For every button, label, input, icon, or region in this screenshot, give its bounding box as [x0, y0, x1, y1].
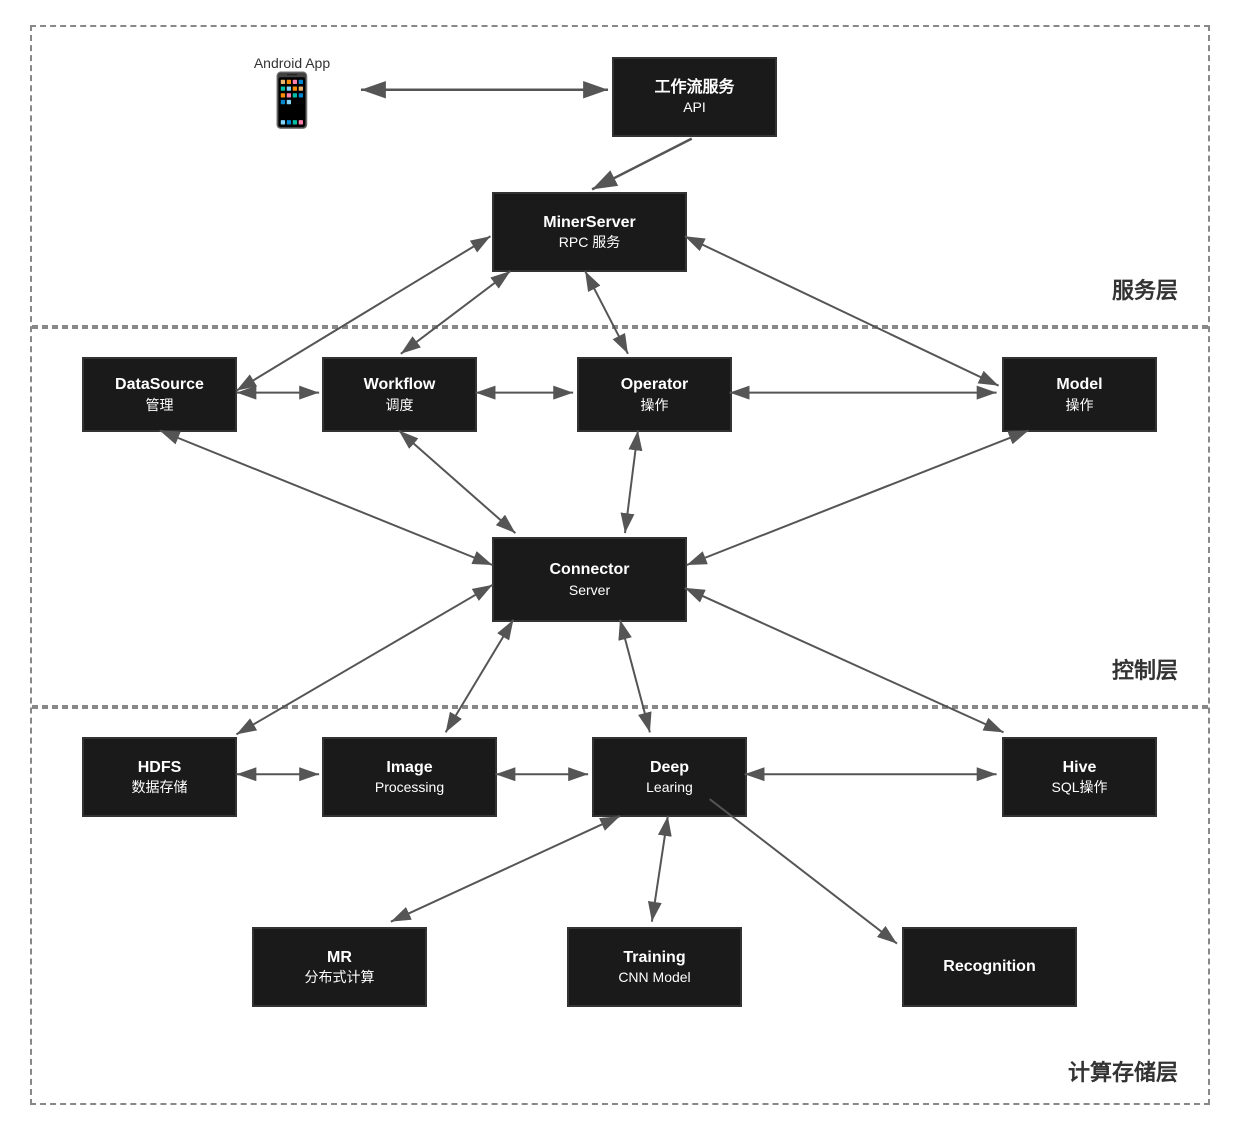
android-label: Android App: [254, 55, 330, 71]
hive-line1: Hive: [1063, 758, 1097, 779]
training-line1: Training: [623, 948, 685, 969]
deep-learning-line1: Deep: [650, 758, 689, 779]
operator-line1: Operator: [621, 375, 689, 396]
training-line2: CNN Model: [618, 968, 690, 986]
datasource-box: DataSource 管理: [82, 357, 237, 432]
mr-box: MR 分布式计算: [252, 927, 427, 1007]
hdfs-line2: 数据存储: [132, 778, 188, 796]
recognition-box: Recognition: [902, 927, 1077, 1007]
mr-line1: MR: [327, 948, 352, 969]
datasource-line1: DataSource: [115, 375, 204, 396]
connector-line1: Connector: [550, 560, 630, 581]
deep-learning-line2: Learing: [646, 778, 693, 796]
diagram-container: 服务层 控制层 计算存储层 Android App 📱 工作流服务 API Mi…: [30, 25, 1210, 1105]
compute-layer-label: 计算存储层: [1068, 1055, 1178, 1087]
hive-box: Hive SQL操作: [1002, 737, 1157, 817]
control-layer-label: 控制层: [1112, 653, 1178, 685]
mr-line2: 分布式计算: [305, 968, 375, 986]
workflow-api-line1: 工作流服务: [654, 78, 734, 99]
workflow-line1: Workflow: [364, 375, 436, 396]
workflow-line2: 调度: [386, 396, 414, 414]
model-line2: 操作: [1066, 396, 1094, 414]
recognition-line1: Recognition: [943, 957, 1035, 978]
image-processing-line2: Processing: [375, 778, 444, 796]
workflow-api-box: 工作流服务 API: [612, 57, 777, 137]
image-processing-box: Image Processing: [322, 737, 497, 817]
miner-server-line1: MinerServer: [543, 213, 636, 234]
model-line1: Model: [1056, 375, 1102, 396]
workflow-api-line2: API: [683, 98, 706, 116]
hive-line2: SQL操作: [1051, 778, 1107, 796]
image-processing-line1: Image: [386, 758, 432, 779]
datasource-line2: 管理: [146, 396, 174, 414]
service-layer-label: 服务层: [1112, 273, 1178, 305]
operator-box: Operator 操作: [577, 357, 732, 432]
model-box: Model 操作: [1002, 357, 1157, 432]
miner-server-line2: RPC 服务: [559, 233, 620, 251]
deep-learning-box: Deep Learing: [592, 737, 747, 817]
training-box: Training CNN Model: [567, 927, 742, 1007]
hdfs-line1: HDFS: [138, 758, 182, 779]
hdfs-box: HDFS 数据存储: [82, 737, 237, 817]
miner-server-box: MinerServer RPC 服务: [492, 192, 687, 272]
operator-line2: 操作: [641, 396, 669, 414]
connector-box: Connector Server: [492, 537, 687, 622]
connector-line2: Server: [569, 581, 610, 599]
workflow-box: Workflow 调度: [322, 357, 477, 432]
android-container: Android App 📱: [227, 55, 357, 127]
phone-icon: 📱: [260, 75, 325, 127]
